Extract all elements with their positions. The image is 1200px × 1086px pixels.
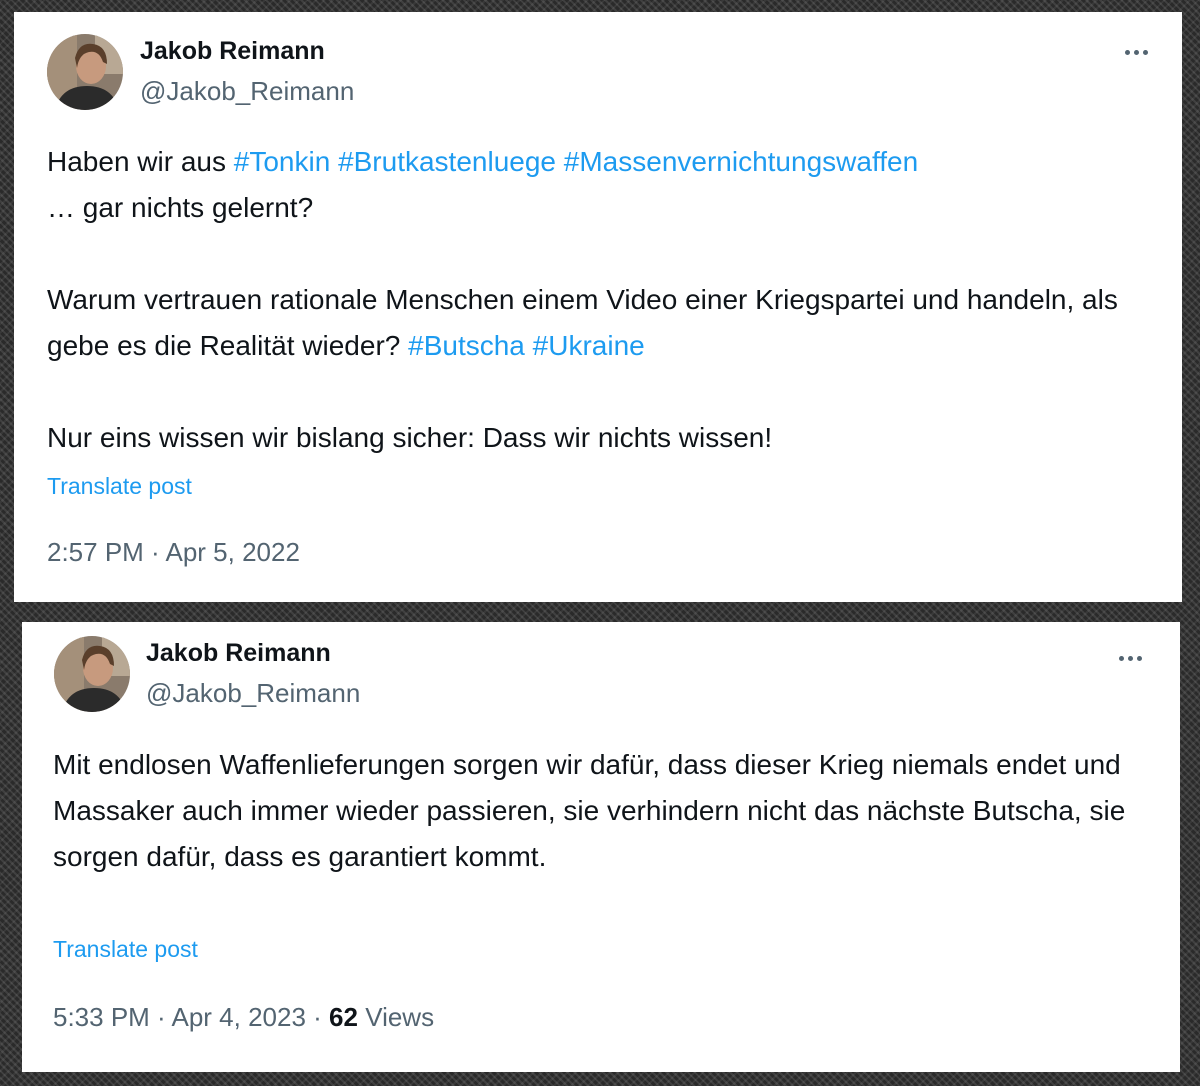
tweet-paragraph-3: Nur eins wissen wir bislang sicher: Dass… xyxy=(47,422,773,453)
meta-separator: · xyxy=(143,537,166,567)
tweet-time[interactable]: 5:33 PM xyxy=(53,1002,150,1032)
translate-post-link[interactable]: Translate post xyxy=(53,936,198,963)
tweet-text-segment: Haben wir aus xyxy=(47,146,234,177)
meta-separator: · xyxy=(149,1002,172,1032)
more-dot-icon xyxy=(1127,655,1133,661)
translate-post-link[interactable]: Translate post xyxy=(47,473,192,500)
tweet-metadata: 2:57 PM · Apr 5, 2022 xyxy=(47,537,300,568)
more-dot-icon xyxy=(1118,655,1124,661)
tweet-paragraph-1: Mit endlosen Waffenlieferungen sorgen wi… xyxy=(53,749,1126,872)
tweet-paragraph-2: Warum vertrauen rationale Menschen einem… xyxy=(47,277,1157,369)
tweet-date[interactable]: Apr 5, 2022 xyxy=(166,537,300,567)
hashtag-link[interactable]: #Butscha xyxy=(408,330,525,361)
more-dot-icon xyxy=(1136,655,1142,661)
tweet-time[interactable]: 2:57 PM xyxy=(47,537,144,567)
hashtag-link[interactable]: #Tonkin xyxy=(234,146,331,177)
more-dot-icon xyxy=(1142,49,1148,55)
tweet-paragraph-1: Haben wir aus #Tonkin #Brutkastenluege #… xyxy=(47,139,1157,231)
tweet-metadata: 5:33 PM · Apr 4, 2023 · 62 Views xyxy=(53,1002,434,1033)
tweet-date[interactable]: Apr 4, 2023 xyxy=(172,1002,306,1032)
tweet-text-segment: … gar nichts gelernt? xyxy=(47,192,314,223)
tweet-card-1[interactable]: Jakob Reimann @Jakob_Reimann Haben wir a… xyxy=(14,12,1182,602)
tweet-card-2[interactable]: Jakob Reimann @Jakob_Reimann Mit endlose… xyxy=(22,622,1180,1072)
avatar-image xyxy=(47,34,123,110)
tweet-text: Haben wir aus #Tonkin #Brutkastenluege #… xyxy=(47,139,1157,461)
more-options-button[interactable] xyxy=(1116,38,1156,66)
author-name[interactable]: Jakob Reimann xyxy=(146,639,331,668)
more-options-button[interactable] xyxy=(1110,644,1150,672)
author-name[interactable]: Jakob Reimann xyxy=(140,37,325,66)
views-label: Views xyxy=(357,1002,435,1032)
meta-separator: · xyxy=(305,1002,330,1032)
more-dot-icon xyxy=(1124,49,1130,55)
avatar-image xyxy=(54,636,130,712)
author-handle[interactable]: @Jakob_Reimann xyxy=(140,76,354,107)
author-handle[interactable]: @Jakob_Reimann xyxy=(146,678,360,709)
hashtag-link[interactable]: #Ukraine xyxy=(533,330,645,361)
avatar[interactable] xyxy=(47,34,123,110)
hashtag-link[interactable]: #Brutkastenluege xyxy=(338,146,556,177)
tweet-text: Mit endlosen Waffenlieferungen sorgen wi… xyxy=(53,742,1153,880)
more-dot-icon xyxy=(1133,49,1139,55)
views-count: 62 xyxy=(329,1002,358,1032)
avatar[interactable] xyxy=(54,636,130,712)
hashtag-link[interactable]: #Massenvernichtungswaffen xyxy=(564,146,918,177)
